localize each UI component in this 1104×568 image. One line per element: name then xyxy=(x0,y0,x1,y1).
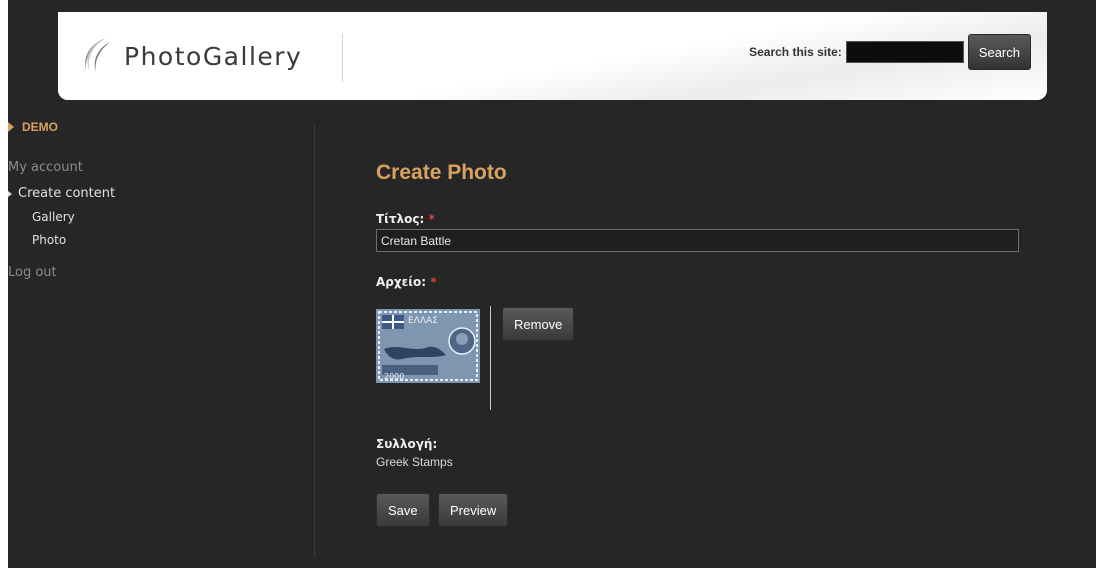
sidebar-item-photo[interactable]: Photo xyxy=(32,233,66,247)
site-logo[interactable]: PhotoGallery xyxy=(78,34,302,78)
required-marker: * xyxy=(428,212,435,226)
sidebar-item-create-content[interactable]: Create content xyxy=(8,186,115,201)
site-header: PhotoGallery Search this site: Search xyxy=(58,12,1047,100)
user-name-label: DEMO xyxy=(22,120,58,134)
thumbnail-divider xyxy=(490,306,491,410)
title-label-text: Τίτλος: xyxy=(376,212,425,226)
stamp-text-bottom: 2000 xyxy=(384,372,404,381)
page: PhotoGallery Search this site: Search DE… xyxy=(8,0,1096,568)
remove-button[interactable]: Remove xyxy=(502,307,575,341)
search-button[interactable]: Search xyxy=(967,34,1031,70)
search-label: Search this site: xyxy=(749,45,842,59)
sidebar-item-my-account[interactable]: My account xyxy=(8,160,83,175)
sidebar-item-gallery[interactable]: Gallery xyxy=(32,210,75,224)
file-label: Αρχείο: * xyxy=(376,275,436,289)
user-name[interactable]: DEMO xyxy=(8,120,58,134)
search-form: Search this site: Search xyxy=(749,34,1031,70)
preview-button[interactable]: Preview xyxy=(438,493,509,527)
site-name: PhotoGallery xyxy=(124,41,303,71)
triangle-right-icon xyxy=(8,122,14,132)
sidebar-item-log-out[interactable]: Log out xyxy=(8,265,57,280)
triangle-right-icon xyxy=(8,190,12,197)
photo-thumbnail[interactable]: ΕΛΛΑΣ 2000 xyxy=(376,309,480,383)
collection-label: Συλλογή: xyxy=(376,437,438,451)
search-input[interactable] xyxy=(845,41,964,63)
stamp-text-top: ΕΛΛΑΣ xyxy=(408,316,438,326)
title-field[interactable] xyxy=(376,229,1019,252)
header-divider xyxy=(342,34,343,82)
logo-swirl-icon xyxy=(84,38,110,72)
collection-value: Greek Stamps xyxy=(376,455,453,469)
stamp-image: ΕΛΛΑΣ 2000 xyxy=(376,309,480,383)
file-label-text: Αρχείο: xyxy=(376,275,427,289)
required-marker: * xyxy=(430,275,437,289)
save-button[interactable]: Save xyxy=(376,493,430,527)
title-label: Τίτλος: * xyxy=(376,212,435,226)
sidebar-divider xyxy=(314,125,315,557)
sidebar-item-label: Create content xyxy=(18,186,116,201)
page-title: Create Photo xyxy=(376,161,507,184)
